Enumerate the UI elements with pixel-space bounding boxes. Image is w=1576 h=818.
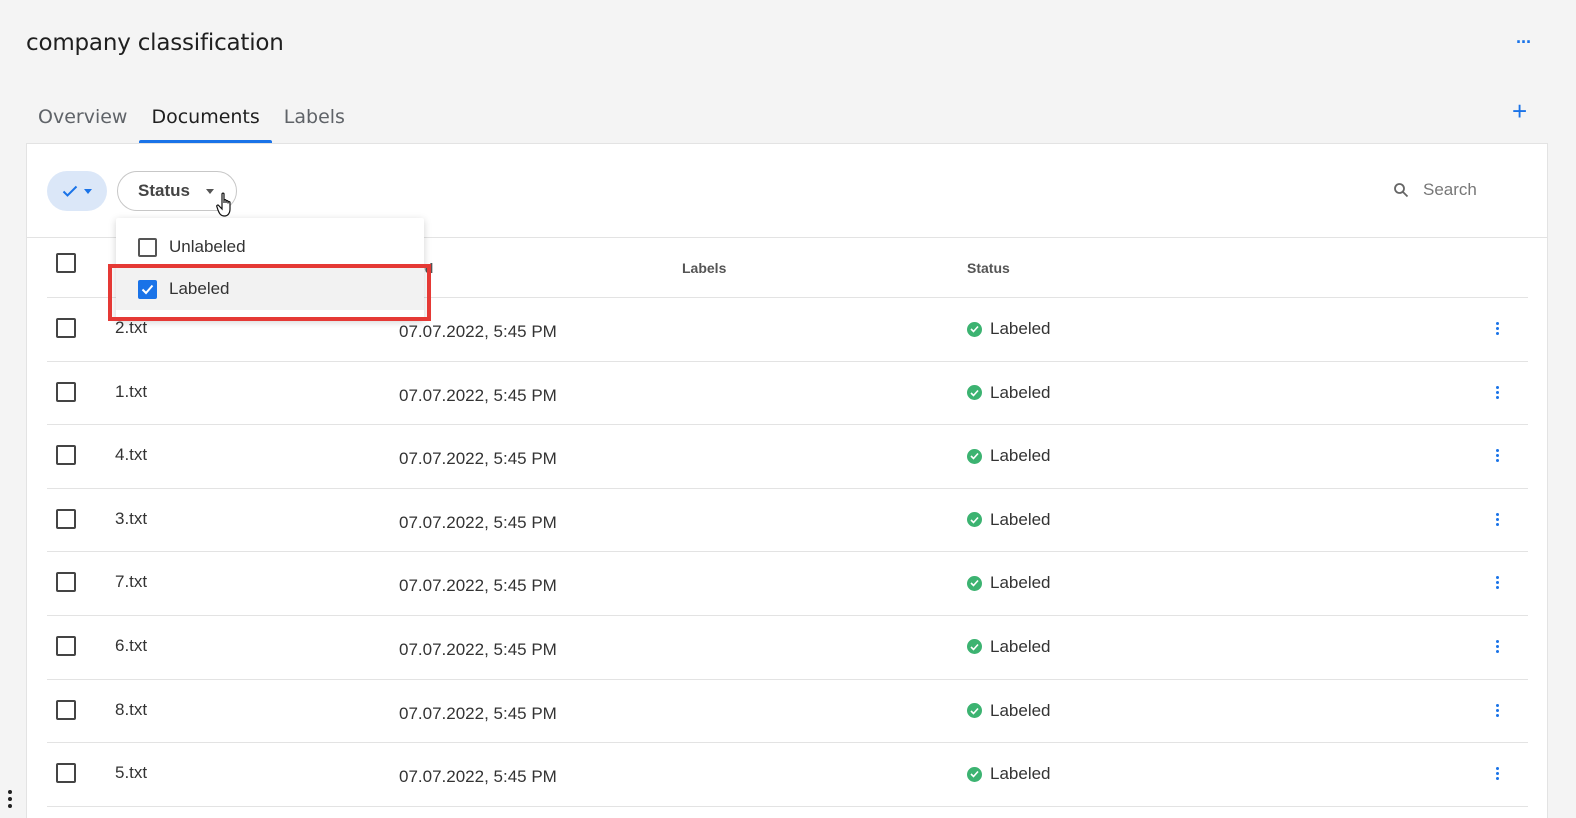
search-input[interactable] <box>1423 180 1523 200</box>
filter-option-unlabeled[interactable]: Unlabeled <box>116 226 424 268</box>
tab-documents[interactable]: Documents <box>139 100 273 144</box>
file-name[interactable]: 4.txt <box>115 445 147 465</box>
labeled-checkbox[interactable] <box>138 279 157 299</box>
status-cell: Labeled <box>967 573 1051 593</box>
status-cell: Labeled <box>967 637 1051 657</box>
check-circle-icon <box>967 512 982 528</box>
plus-icon[interactable]: + <box>1512 98 1527 124</box>
page-title: company classification <box>26 30 284 56</box>
table-row[interactable]: 1.txt 07.07.2022, 5:45 PM Labeled <box>47 362 1528 426</box>
status-cell: Labeled <box>967 319 1051 339</box>
row-menu-icon[interactable] <box>1496 639 1499 653</box>
file-name[interactable]: 2.txt <box>115 318 147 338</box>
check-circle-icon <box>967 321 982 337</box>
file-name[interactable]: 3.txt <box>115 509 147 529</box>
row-menu-icon[interactable] <box>1496 385 1499 399</box>
column-header-status[interactable]: Status <box>967 260 1010 276</box>
check-circle-icon <box>967 575 982 591</box>
row-menu-icon[interactable] <box>1496 767 1499 781</box>
status-text: Labeled <box>990 573 1051 593</box>
select-menu-button[interactable] <box>47 171 107 211</box>
table-row[interactable]: 8.txt 07.07.2022, 5:45 PM Labeled <box>47 680 1528 744</box>
check-icon <box>141 284 154 294</box>
upload-date: 07.07.2022, 5:45 PM <box>399 703 557 723</box>
upload-date: 07.07.2022, 5:45 PM <box>399 767 557 787</box>
upload-date: 07.07.2022, 5:45 PM <box>399 385 557 405</box>
filter-option-labeled[interactable]: Labeled <box>116 268 424 310</box>
row-checkbox[interactable] <box>56 572 76 593</box>
chevron-down-icon <box>205 188 214 194</box>
check-icon <box>62 185 78 197</box>
table-row[interactable]: 5.txt 07.07.2022, 5:45 PM Labeled <box>47 743 1528 807</box>
search-icon <box>1394 183 1409 198</box>
status-cell: Labeled <box>967 764 1051 784</box>
documents-table: ed Labels Status 2.txt 07.07.2022, 5:45 … <box>47 238 1528 807</box>
upload-date: 07.07.2022, 5:45 PM <box>399 322 557 341</box>
status-cell: Labeled <box>967 383 1051 403</box>
filter-option-label: Labeled <box>169 279 230 298</box>
status-cell: Labeled <box>967 446 1051 466</box>
upload-date: 07.07.2022, 5:45 PM <box>399 449 557 469</box>
tab-bar: Overview Documents Labels <box>26 100 357 144</box>
file-name[interactable]: 1.txt <box>115 382 147 402</box>
status-text: Labeled <box>990 382 1051 402</box>
upload-date: 07.07.2022, 5:45 PM <box>399 639 557 659</box>
table-row[interactable]: 3.txt 07.07.2022, 5:45 PM Labeled <box>47 489 1528 553</box>
unlabeled-checkbox[interactable] <box>138 237 157 257</box>
row-checkbox[interactable] <box>56 508 76 529</box>
check-circle-icon <box>967 385 982 401</box>
row-menu-icon[interactable] <box>1496 512 1499 526</box>
check-circle-icon <box>967 448 982 464</box>
table-row[interactable]: 4.txt 07.07.2022, 5:45 PM Labeled <box>47 425 1528 489</box>
row-checkbox[interactable] <box>56 381 76 402</box>
row-menu-icon[interactable] <box>1496 322 1499 335</box>
status-cell: Labeled <box>967 510 1051 530</box>
status-text: Labeled <box>990 764 1051 784</box>
table-row[interactable]: 7.txt 07.07.2022, 5:45 PM Labeled <box>47 552 1528 616</box>
hand-cursor-icon <box>216 192 231 217</box>
file-name[interactable]: 8.txt <box>115 700 147 720</box>
status-text: Labeled <box>990 319 1051 338</box>
status-filter-label: Status <box>138 181 190 200</box>
table-row[interactable]: 6.txt 07.07.2022, 5:45 PM Labeled <box>47 616 1528 680</box>
file-name[interactable]: 6.txt <box>115 636 147 656</box>
vertical-dots-icon[interactable] <box>8 790 12 808</box>
check-circle-icon <box>967 639 982 655</box>
filter-option-label: Unlabeled <box>169 237 246 256</box>
row-menu-icon[interactable] <box>1496 449 1499 463</box>
check-circle-icon <box>967 703 982 719</box>
row-checkbox[interactable] <box>56 445 76 466</box>
select-all-checkbox[interactable] <box>56 253 76 273</box>
row-checkbox[interactable] <box>56 699 76 720</box>
row-menu-icon[interactable] <box>1496 576 1499 590</box>
status-cell: Labeled <box>967 701 1051 721</box>
row-checkbox[interactable] <box>56 635 76 656</box>
tab-labels[interactable]: Labels <box>272 100 357 144</box>
tab-overview[interactable]: Overview <box>26 100 139 144</box>
status-text: Labeled <box>990 446 1051 466</box>
check-circle-icon <box>967 766 982 782</box>
upload-date: 07.07.2022, 5:45 PM <box>399 512 557 532</box>
chevron-down-icon <box>84 188 92 194</box>
status-text: Labeled <box>990 509 1051 529</box>
row-menu-icon[interactable] <box>1496 703 1499 717</box>
status-filter-dropdown: Unlabeled Labeled <box>116 218 424 320</box>
table-body: 2.txt 07.07.2022, 5:45 PM Labeled 1.txt … <box>47 298 1528 807</box>
upload-date: 07.07.2022, 5:45 PM <box>399 576 557 596</box>
status-text: Labeled <box>990 700 1051 720</box>
row-checkbox[interactable] <box>56 318 76 338</box>
row-checkbox[interactable] <box>56 763 76 784</box>
status-text: Labeled <box>990 636 1051 656</box>
ellipsis-icon[interactable]: ··· <box>1516 32 1532 53</box>
search-box <box>1393 180 1523 200</box>
file-name[interactable]: 5.txt <box>115 763 147 783</box>
column-header-labels[interactable]: Labels <box>682 260 726 276</box>
file-name[interactable]: 7.txt <box>115 572 147 592</box>
